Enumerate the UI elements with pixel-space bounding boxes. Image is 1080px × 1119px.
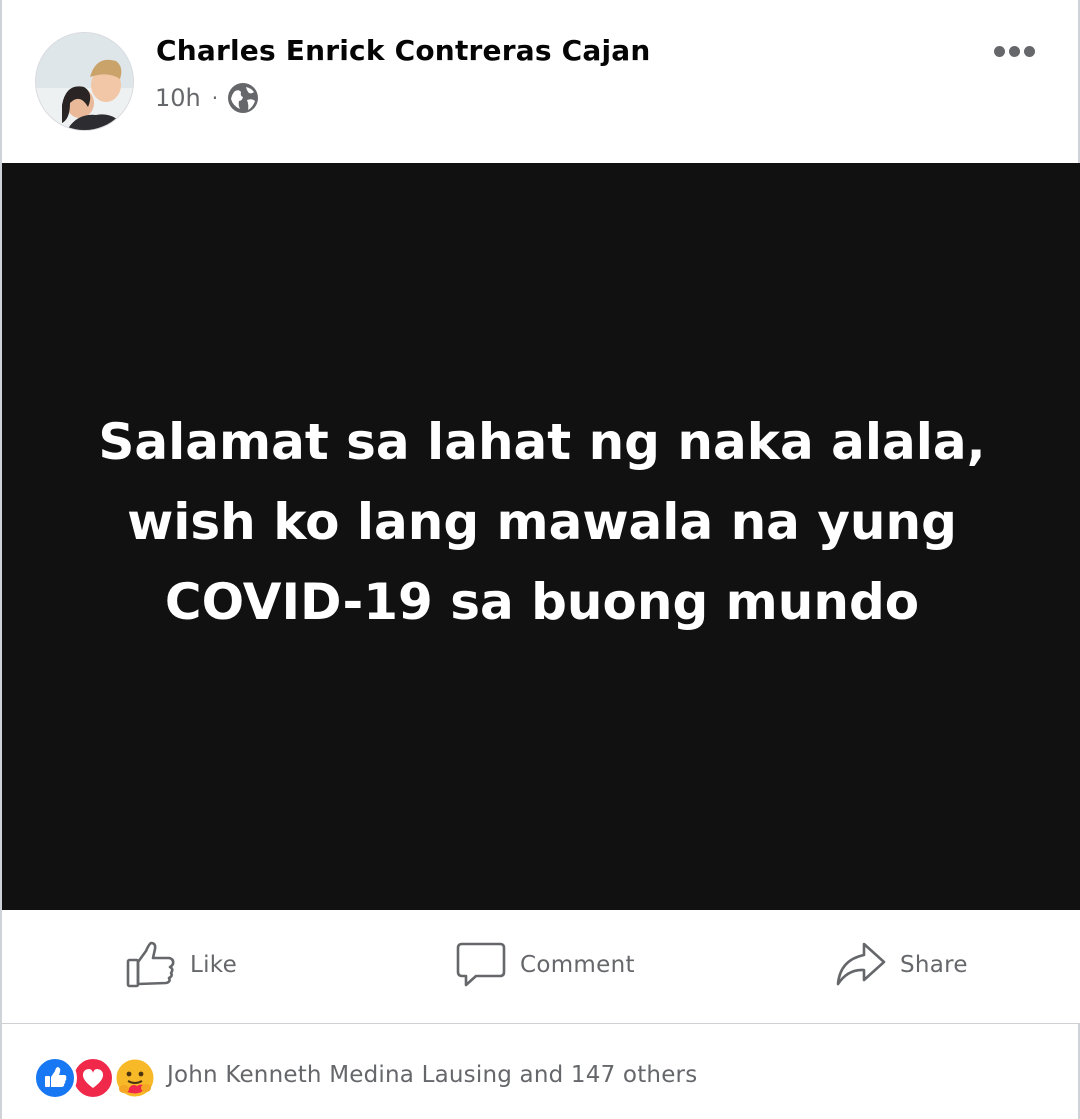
more-dot	[1008, 45, 1020, 57]
globe-icon[interactable]	[227, 82, 259, 114]
post-meta: 10h ·	[155, 82, 259, 114]
comment-bubble-icon	[454, 938, 508, 992]
more-dot	[993, 45, 1005, 57]
more-dot	[1023, 45, 1035, 57]
meta-separator: ·	[211, 86, 219, 110]
card-text-line: Salamat sa lahat ng naka alala,	[98, 413, 986, 471]
author-name[interactable]: Charles Enrick Contreras Cajan	[156, 34, 651, 67]
card-text: Salamat sa lahat ng naka alala, wish ko …	[92, 402, 992, 642]
share-label: Share	[900, 952, 968, 978]
like-label: Like	[190, 952, 238, 978]
post-timestamp[interactable]: 10h	[155, 84, 201, 112]
care-reaction-icon	[113, 1056, 157, 1100]
thumbs-up-icon	[124, 938, 178, 992]
share-arrow-icon	[834, 938, 888, 992]
comment-label: Comment	[520, 952, 635, 978]
card-text-line: COVID-19 sa buong mundo	[164, 573, 920, 631]
facebook-post: Charles Enrick Contreras Cajan 10h · Sal…	[0, 0, 1080, 1119]
comment-button[interactable]: Comment	[454, 938, 635, 992]
like-button[interactable]: Like	[124, 938, 237, 992]
like-reaction-icon	[33, 1056, 77, 1100]
author-avatar[interactable]	[35, 32, 134, 131]
card-text-line: wish ko lang mawala na yung	[127, 493, 957, 551]
more-options-icon[interactable]	[988, 36, 1040, 66]
reactions-summary-text[interactable]: John Kenneth Medina Lausing and 147 othe…	[167, 1062, 697, 1088]
post-header: Charles Enrick Contreras Cajan 10h ·	[2, 0, 1080, 163]
share-button[interactable]: Share	[834, 938, 968, 992]
reactions-summary: John Kenneth Medina Lausing and 147 othe…	[2, 1025, 1080, 1119]
reaction-icons[interactable]	[33, 1056, 163, 1100]
love-reaction-icon	[71, 1056, 115, 1100]
text-post-card[interactable]: Salamat sa lahat ng naka alala, wish ko …	[2, 163, 1080, 910]
post-actions-bar: Like Comment Share	[2, 910, 1080, 1024]
